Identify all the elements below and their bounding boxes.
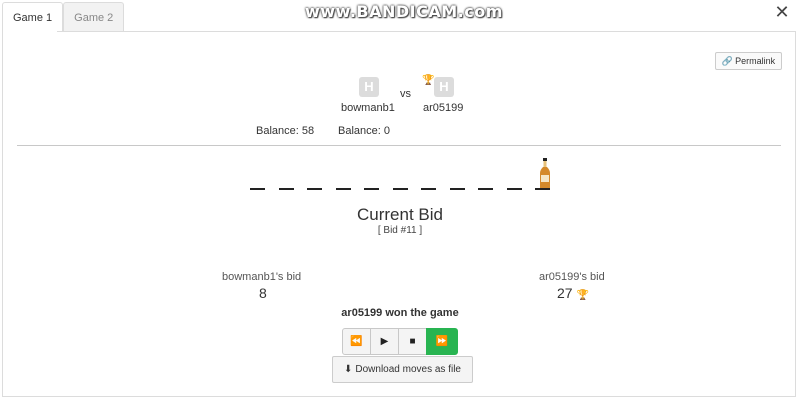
bottle-icon [540, 158, 550, 190]
permalink-button[interactable]: 🔗 Permalink [715, 52, 782, 70]
download-moves-button[interactable]: ⬇ Download moves as file [332, 356, 473, 383]
avatar-left-player: H [359, 77, 379, 97]
left-player-name: bowmanb1 [341, 102, 395, 114]
bid-slot [278, 188, 294, 190]
right-bid-amount: 27 [557, 285, 573, 301]
bid-slot [478, 188, 493, 190]
fast-forward-button[interactable]: ⏩ [426, 328, 458, 355]
playback-controls: ⏪ ▶ ■ ⏩ [342, 328, 458, 355]
bid-slot [307, 188, 322, 190]
current-bid-title: Current Bid [357, 205, 443, 224]
bid-slot [421, 188, 436, 190]
right-player-balance: Balance: 0 [338, 125, 390, 137]
play-button[interactable]: ▶ [370, 328, 399, 355]
versus-label: vs [400, 88, 411, 100]
left-bid-value: 8 [259, 285, 267, 301]
bid-slot [250, 188, 265, 190]
trophy-icon: 🏆 [576, 290, 589, 301]
bid-slot [392, 188, 408, 190]
tab-game-1[interactable]: Game 1 [2, 2, 64, 32]
left-bid-label: bowmanb1's bid [222, 271, 302, 283]
rewind-button[interactable]: ⏪ [342, 328, 371, 355]
right-bid-value: 27 🏆 [557, 285, 589, 301]
right-bid-label: ar05199's bid [539, 271, 605, 283]
download-icon: ⬇ [344, 364, 353, 375]
avatar-right-player: H [434, 77, 454, 97]
active-tab-join [3, 30, 57, 32]
permalink-label: Permalink [735, 56, 776, 66]
left-player-balance: Balance: 58 [256, 125, 315, 137]
bandicam-watermark: www.BANDICAM.com [305, 2, 503, 21]
tab-game-2[interactable]: Game 2 [63, 2, 125, 32]
download-label: Download moves as file [355, 364, 461, 375]
game-result: ar05199 won the game [341, 307, 459, 319]
link-icon: 🔗 [721, 56, 734, 66]
bid-track [250, 188, 564, 190]
bid-slot [364, 188, 379, 190]
game-tabs: Game 1 Game 2 [2, 2, 125, 32]
bid-number: [ Bid #11 ] [377, 225, 423, 236]
right-player-name: ar05199 [423, 102, 464, 114]
bid-slot [506, 188, 522, 190]
bid-slot [449, 188, 465, 190]
section-divider [17, 145, 781, 146]
bid-slot [335, 188, 351, 190]
trophy-icon: 🏆 [422, 75, 435, 86]
close-icon[interactable]: ✕ [773, 2, 791, 22]
stop-button[interactable]: ■ [398, 328, 427, 355]
